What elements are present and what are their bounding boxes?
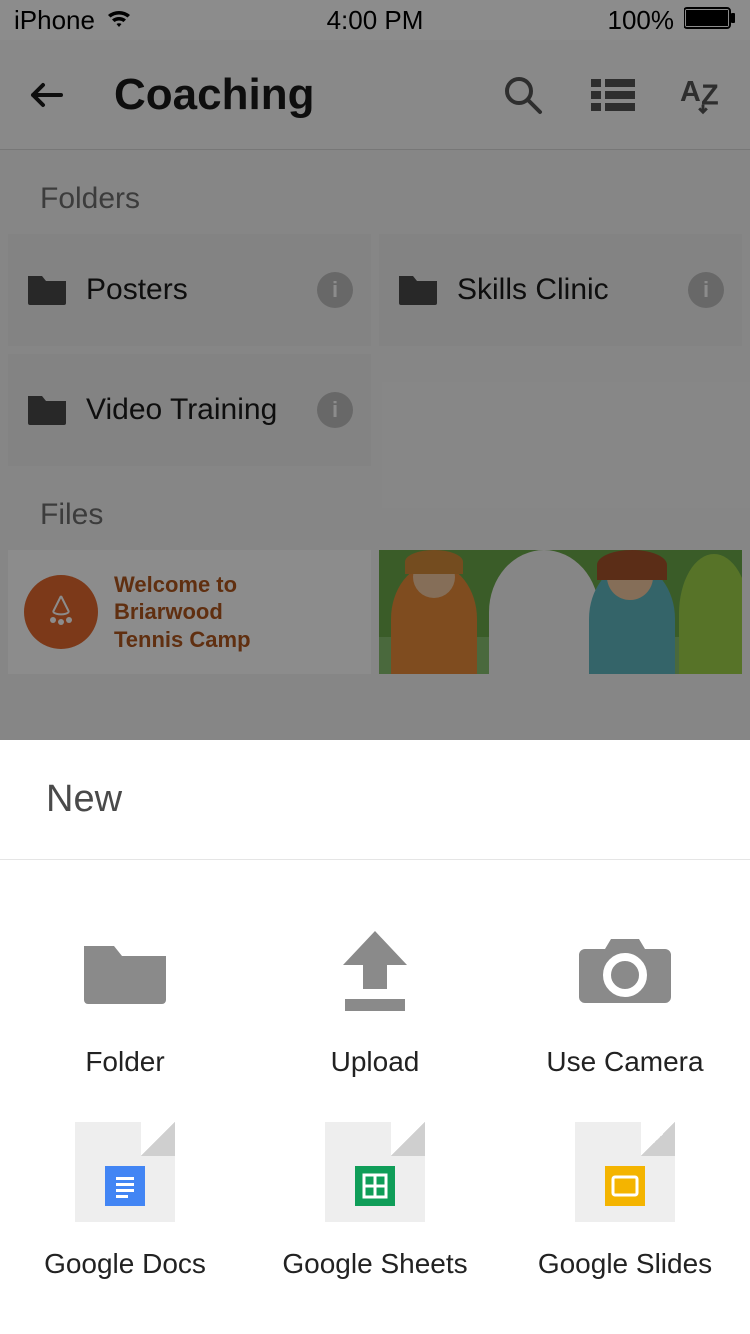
item-label: Folder — [85, 1046, 164, 1078]
item-label: Use Camera — [546, 1046, 703, 1078]
search-icon — [502, 74, 544, 116]
info-icon: i — [703, 277, 709, 303]
google-docs-icon — [75, 1122, 175, 1222]
files-section-label: Files — [0, 466, 750, 550]
item-label: Google Docs — [44, 1248, 206, 1280]
folder-info-button[interactable]: i — [317, 272, 353, 308]
folder-icon — [26, 270, 68, 311]
item-label: Upload — [331, 1046, 420, 1078]
google-slides-button[interactable]: Google Slides — [500, 1102, 750, 1304]
clock: 4:00 PM — [0, 5, 750, 36]
upload-button[interactable]: Upload — [250, 900, 500, 1102]
content-area: Folders Posters i Skills Clinic i Video … — [0, 150, 750, 674]
camera-icon — [575, 920, 675, 1020]
status-bar: iPhone 4:00 PM 100% — [0, 0, 750, 40]
folder-name: Posters — [86, 273, 299, 307]
item-label: Google Sheets — [282, 1248, 467, 1280]
folders-grid: Posters i Skills Clinic i Video Training… — [0, 234, 750, 466]
folder-info-button[interactable]: i — [317, 392, 353, 428]
list-view-icon — [591, 77, 635, 113]
sort-button[interactable]: A Z — [680, 72, 726, 118]
folder-icon — [397, 270, 439, 311]
folder-icon — [75, 920, 175, 1020]
page-title: Coaching — [114, 70, 456, 120]
files-grid: Welcome to Briarwood Tennis Camp — [0, 550, 750, 674]
new-folder-button[interactable]: Folder — [0, 900, 250, 1102]
folder-icon — [26, 390, 68, 431]
sheet-title: New — [0, 740, 750, 860]
upload-icon — [325, 920, 425, 1020]
sort-az-icon: A Z — [680, 75, 726, 115]
folder-name: Skills Clinic — [457, 273, 670, 307]
back-button[interactable] — [24, 72, 70, 118]
app-header: Coaching A Z — [0, 40, 750, 150]
folder-tile[interactable]: Posters i — [8, 234, 371, 346]
file-tile[interactable] — [379, 550, 742, 674]
new-bottom-sheet: New Folder Upload Use Camera — [0, 740, 750, 1334]
google-sheets-icon — [325, 1122, 425, 1222]
google-slides-icon — [575, 1122, 675, 1222]
folder-tile[interactable]: Video Training i — [8, 354, 371, 466]
google-docs-button[interactable]: Google Docs — [0, 1102, 250, 1304]
use-camera-button[interactable]: Use Camera — [500, 900, 750, 1102]
folder-name: Video Training — [86, 393, 299, 427]
view-toggle-button[interactable] — [590, 72, 636, 118]
folders-section-label: Folders — [0, 150, 750, 234]
file-tile[interactable]: Welcome to Briarwood Tennis Camp — [8, 550, 371, 674]
info-icon: i — [332, 397, 338, 423]
info-icon: i — [332, 277, 338, 303]
briarwood-badge-icon — [24, 575, 98, 649]
folder-tile[interactable]: Skills Clinic i — [379, 234, 742, 346]
item-label: Google Slides — [538, 1248, 712, 1280]
svg-text:A: A — [680, 75, 701, 107]
folder-info-button[interactable]: i — [688, 272, 724, 308]
arrow-left-icon — [27, 75, 67, 115]
file-welcome-text: Welcome to Briarwood Tennis Camp — [114, 571, 251, 654]
search-button[interactable] — [500, 72, 546, 118]
google-sheets-button[interactable]: Google Sheets — [250, 1102, 500, 1304]
